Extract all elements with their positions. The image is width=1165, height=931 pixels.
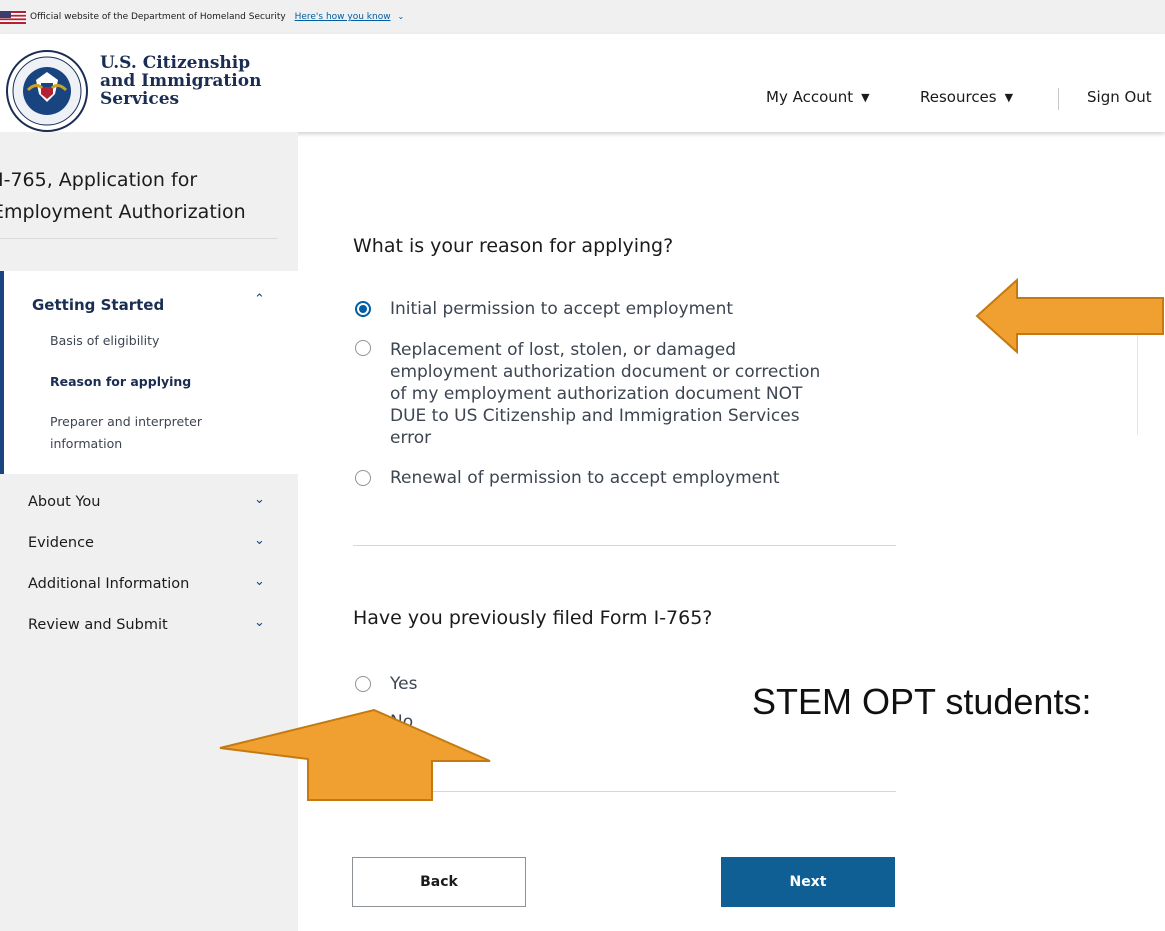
sidebar-item-label-line-1: Preparer and interpreter [50, 414, 202, 429]
sidebar-item-about-you[interactable]: About You [28, 494, 100, 510]
sidebar-item-basis-of-eligibility[interactable]: Basis of eligibility [50, 330, 159, 352]
agency-line-2: and Immigration [100, 71, 262, 91]
stem-opt-annotation: STEM OPT students: [752, 681, 1092, 722]
form-title-line-2: Employment Authorization [0, 201, 246, 223]
dhs-seal-icon[interactable] [6, 50, 88, 132]
caret-down-icon: ▼ [1004, 91, 1014, 104]
resources-menu[interactable]: Resources ▼ [920, 88, 1013, 106]
radio-initial-permission[interactable] [355, 301, 371, 317]
option-replacement-line-2: employment authorization document or cor… [390, 362, 821, 382]
radio-replacement[interactable] [355, 340, 371, 356]
chevron-down-icon[interactable]: ⌄ [254, 574, 265, 589]
option-replacement-line-3: of my employment authorization document … [390, 384, 803, 404]
nav-divider [1058, 88, 1059, 110]
sidebar-section-getting-started[interactable]: Getting Started [32, 296, 164, 314]
sidebar-item-evidence[interactable]: Evidence [28, 535, 94, 551]
agency-line-1: U.S. Citizenship [100, 53, 251, 73]
sidebar-item-additional-information[interactable]: Additional Information [28, 576, 189, 592]
arrow-up-icon [219, 708, 491, 801]
sign-out-link[interactable]: Sign Out [1087, 88, 1152, 106]
option-replacement-line-5: error [390, 428, 432, 448]
section-divider [353, 545, 896, 546]
banner-text-wrap: Official website of the Department of Ho… [30, 0, 404, 34]
chevron-up-icon[interactable]: ⌃ [254, 292, 265, 307]
sidebar-item-label-line-2: information [50, 436, 123, 451]
option-yes-label[interactable]: Yes [390, 673, 417, 695]
back-button[interactable]: Back [352, 857, 526, 907]
option-renewal-label[interactable]: Renewal of permission to accept employme… [390, 467, 780, 489]
next-button[interactable]: Next [721, 857, 895, 907]
radio-yes[interactable] [355, 676, 371, 692]
agency-name[interactable]: U.S. Citizenship and Immigration Service… [100, 54, 261, 108]
option-replacement-line-1: Replacement of lost, stolen, or damaged [390, 340, 737, 360]
form-sidebar: I-765, Application for Employment Author… [0, 132, 298, 931]
chevron-down-icon[interactable]: ⌄ [254, 492, 265, 507]
resources-label: Resources [920, 88, 997, 106]
form-title-line-1: I-765, Application for [0, 169, 198, 191]
sidebar-divider [0, 238, 278, 239]
previously-filed-heading: Have you previously filed Form I-765? [353, 607, 713, 629]
caret-down-icon: ▼ [861, 91, 870, 104]
chevron-down-icon[interactable]: ⌄ [254, 615, 265, 630]
option-initial-permission-label[interactable]: Initial permission to accept employment [390, 298, 733, 320]
official-banner: Official website of the Department of Ho… [0, 0, 1165, 34]
sidebar-item-reason-for-applying[interactable]: Reason for applying [50, 371, 191, 393]
agency-line-3: Services [100, 89, 180, 109]
chevron-down-icon[interactable]: ⌄ [397, 12, 404, 21]
option-replacement-line-4: DUE to US Citizenship and Immigration Se… [390, 406, 800, 426]
option-replacement-label[interactable]: Replacement of lost, stolen, or damaged … [390, 339, 820, 449]
radio-renewal[interactable] [355, 470, 371, 486]
form-title: I-765, Application for Employment Author… [0, 164, 246, 228]
my-account-menu[interactable]: My Account ▼ [766, 88, 870, 106]
arrow-left-icon [975, 278, 1164, 354]
my-account-label: My Account [766, 88, 854, 106]
heres-how-you-know-link[interactable]: Here's how you know [295, 12, 391, 22]
reason-for-applying-heading: What is your reason for applying? [353, 235, 674, 257]
sidebar-item-preparer-and-interpreter[interactable]: Preparer and interpreter information [50, 411, 202, 455]
sidebar-item-review-and-submit[interactable]: Review and Submit [28, 617, 168, 633]
site-header: U.S. Citizenship and Immigration Service… [0, 34, 1165, 132]
banner-text: Official website of the Department of Ho… [30, 12, 286, 22]
chevron-down-icon[interactable]: ⌄ [254, 533, 265, 548]
us-flag-icon [0, 11, 26, 24]
